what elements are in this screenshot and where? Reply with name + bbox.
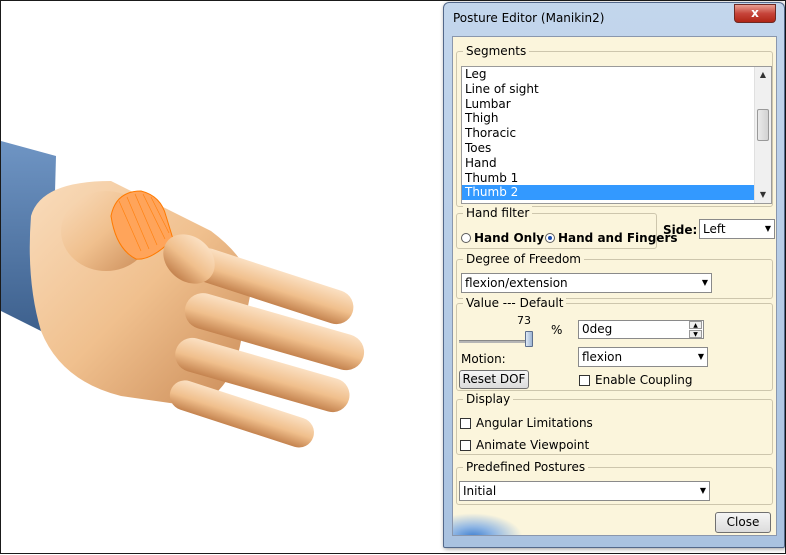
segment-item[interactable]: Toes	[462, 141, 771, 156]
close-icon[interactable]: x	[734, 4, 776, 23]
side-select[interactable]: Left ▼	[699, 219, 775, 239]
dropdown-arrow-icon: ▼	[697, 352, 704, 361]
side-label: Side:	[663, 223, 698, 237]
window-title: Posture Editor (Manikin2)	[453, 11, 605, 25]
hand-only-radio-dot[interactable]	[461, 233, 471, 243]
segment-item[interactable]: Thoracic	[462, 126, 771, 141]
close-button[interactable]: Close	[715, 512, 771, 533]
enable-coupling-checkbox[interactable]: Enable Coupling	[579, 373, 693, 387]
title-bar[interactable]: Posture Editor (Manikin2) x	[444, 3, 784, 29]
reset-dof-button[interactable]: Reset DOF	[459, 370, 529, 389]
dropdown-arrow-icon: ▼	[699, 486, 706, 495]
dof-value: flexion/extension	[465, 276, 568, 290]
angular-limitations-checkbox[interactable]: Angular Limitations	[460, 416, 593, 430]
scroll-down-icon[interactable]: ▼	[755, 187, 771, 203]
segment-item[interactable]: Line of sight	[462, 82, 771, 97]
side-value: Left	[703, 222, 726, 236]
animate-viewpoint-label: Animate Viewpoint	[476, 438, 590, 452]
hand-only-radio[interactable]: Hand Only	[461, 231, 544, 245]
scroll-thumb[interactable]	[757, 109, 769, 141]
segment-item[interactable]: Hand	[462, 156, 771, 171]
spin-up-icon[interactable]: ▲	[689, 321, 702, 329]
postures-value: Initial	[463, 484, 497, 498]
dropdown-arrow-icon: ▼	[764, 224, 771, 233]
postures-legend: Predefined Postures	[463, 460, 589, 474]
enable-coupling-box[interactable]	[579, 374, 590, 386]
value-field-text: 0deg	[582, 322, 613, 336]
angular-limitations-label: Angular Limitations	[476, 416, 593, 430]
hand-filter-legend: Hand filter	[463, 206, 533, 220]
segment-item[interactable]: Lumbar	[462, 97, 771, 112]
motion-label: Motion:	[461, 352, 506, 366]
segment-item[interactable]: Thigh	[462, 111, 771, 126]
animate-viewpoint-checkbox[interactable]: Animate Viewpoint	[460, 438, 589, 452]
dof-select[interactable]: flexion/extension ▼	[461, 273, 712, 293]
dialog-body: Segments Leg Line of sight Lumbar Thigh Thor…	[452, 36, 777, 536]
hand-and-fingers-radio-dot[interactable]	[545, 233, 555, 243]
scroll-up-icon[interactable]: ▲	[755, 67, 771, 83]
hand-and-fingers-radio[interactable]: Hand and Fingers	[545, 231, 678, 245]
angular-limitations-box[interactable]	[460, 417, 471, 429]
value-slider-track[interactable]	[459, 340, 533, 343]
percent-label: %	[551, 323, 563, 337]
spin-down-icon[interactable]: ▼	[689, 330, 702, 338]
segments-scrollbar[interactable]: ▲ ▼	[754, 67, 771, 203]
slider-value-label: 73	[517, 314, 531, 327]
motion-value: flexion	[582, 350, 623, 364]
value-slider-thumb[interactable]	[525, 331, 533, 347]
hand-only-label: Hand Only	[474, 231, 545, 245]
value-legend: Value --- Default	[463, 296, 567, 310]
postures-select[interactable]: Initial ▼	[459, 481, 710, 501]
motion-select[interactable]: flexion ▼	[578, 347, 708, 367]
dof-legend: Degree of Freedom	[463, 252, 584, 266]
segment-item[interactable]: Thumb 2	[462, 185, 771, 201]
posture-editor-dialog: Posture Editor (Manikin2) x Segments Leg…	[443, 2, 785, 548]
hand-and-fingers-label: Hand and Fingers	[558, 231, 678, 245]
segment-item[interactable]: Leg	[462, 67, 771, 82]
value-spin-field[interactable]: 0deg ▲ ▼	[578, 320, 704, 339]
app-logo-icon	[453, 513, 523, 535]
animate-viewpoint-box[interactable]	[460, 439, 471, 451]
enable-coupling-label: Enable Coupling	[595, 373, 693, 387]
dropdown-arrow-icon: ▼	[701, 278, 708, 287]
segment-item[interactable]: Thumb 1	[462, 171, 771, 186]
segments-legend: Segments	[463, 44, 530, 58]
segments-list[interactable]: Leg Line of sight Lumbar Thigh Thoracic Toes H…	[461, 66, 772, 204]
display-legend: Display	[463, 392, 514, 406]
